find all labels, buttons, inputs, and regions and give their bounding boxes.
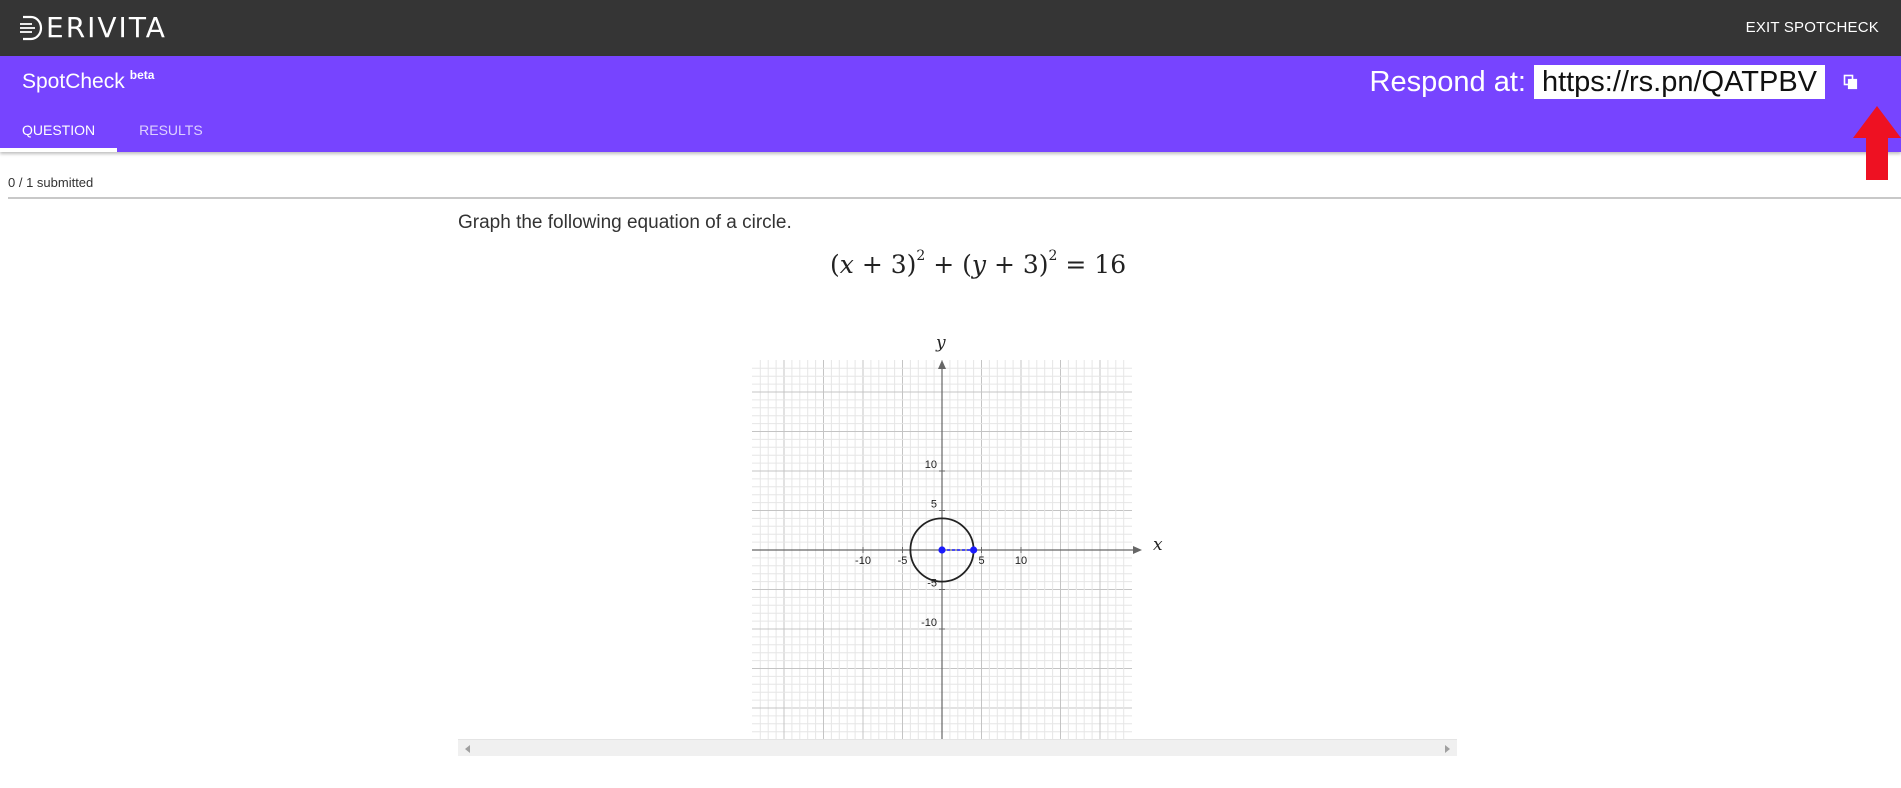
derivita-logo[interactable]: ERIVITA <box>20 12 167 44</box>
x-tick-label: 10 <box>1015 555 1027 567</box>
eq-exponent-a: 2 <box>916 248 926 264</box>
scroll-right-icon[interactable] <box>1445 745 1450 753</box>
radius-point[interactable] <box>970 546 978 554</box>
logo-d-icon <box>20 15 43 41</box>
eq-plus3-b: + 3) <box>986 250 1049 279</box>
question-prompt: Graph the following equation of a circle… <box>458 212 792 233</box>
graph-area[interactable]: y x -10 -5 5 10 10 5 -5 -10 <box>740 330 1170 740</box>
circle-equation: (x + 3)2 + (y + 3)2 = 16 <box>830 248 1126 279</box>
horizontal-scrollbar[interactable] <box>458 739 1457 756</box>
y-tick-label: -10 <box>921 617 937 629</box>
y-axis-arrow <box>938 360 946 369</box>
y-tick-label: 10 <box>925 459 937 471</box>
respond-url[interactable]: https://rs.pn/QATPBV <box>1533 65 1825 99</box>
x-axis-arrow <box>1133 546 1142 554</box>
eq-plus: + ( <box>925 250 972 279</box>
graph-canvas[interactable]: -10 -5 5 10105-5-10 <box>740 330 1170 740</box>
x-tick-label: -5 <box>898 555 908 567</box>
beta-badge: beta <box>129 68 155 82</box>
x-tick-label: -10 <box>855 555 871 567</box>
center-point[interactable] <box>938 546 946 554</box>
eq-x: x <box>839 250 854 279</box>
respond-label: Respond at: <box>1369 65 1526 98</box>
tab-bar: QUESTION RESULTS <box>0 110 225 152</box>
spotcheck-header: SpotCheck beta Respond at: https://rs.pn/… <box>0 56 1901 152</box>
eq-y: y <box>971 250 987 279</box>
scroll-left-icon[interactable] <box>465 745 470 753</box>
y-tick-label: 5 <box>931 499 937 511</box>
x-tick-label: 5 <box>978 555 984 567</box>
eq-open-paren: ( <box>830 250 840 279</box>
top-bar: ERIVITA EXIT SPOTCHECK <box>0 0 1901 56</box>
app-title-text: SpotCheck <box>22 70 125 93</box>
eq-plus3-a: + 3) <box>853 250 917 279</box>
exit-spotcheck-link[interactable]: EXIT SPOTCHECK <box>1746 19 1879 36</box>
eq-equals: = 16 <box>1057 250 1127 279</box>
divider <box>8 197 1901 199</box>
submission-count: 0 / 1 submitted <box>8 175 94 190</box>
copy-icon[interactable] <box>1843 74 1859 90</box>
respond-at: Respond at: https://rs.pn/QATPBV <box>1370 64 1825 100</box>
tab-results[interactable]: RESULTS <box>117 110 225 152</box>
tab-question[interactable]: QUESTION <box>0 110 118 152</box>
up-arrow-icon <box>1853 106 1901 180</box>
app-title: SpotCheck beta <box>22 68 154 94</box>
logo-text: ERIVITA <box>46 11 167 44</box>
